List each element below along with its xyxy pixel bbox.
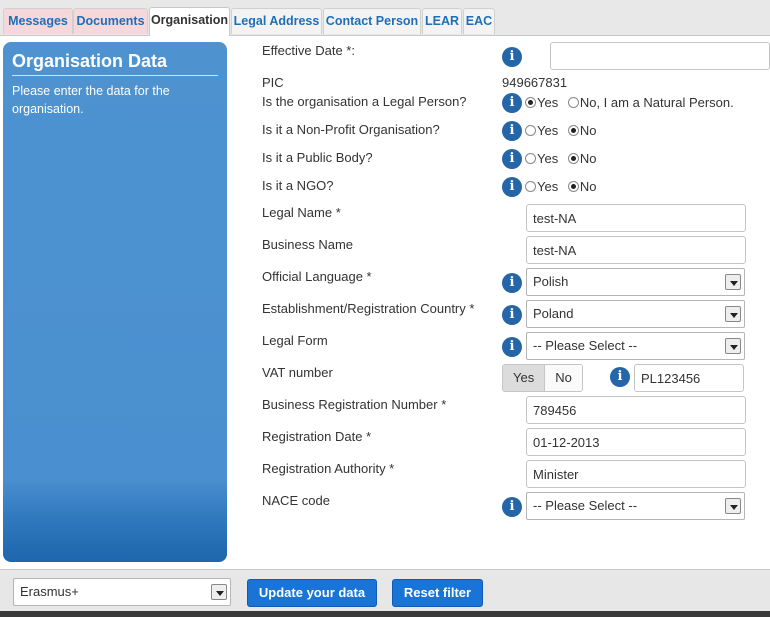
registration-date-input[interactable] <box>526 428 746 456</box>
legal-person-no-label: No, I am a Natural Person. <box>579 95 734 110</box>
reset-filter-button[interactable]: Reset filter <box>392 579 483 607</box>
business-name-label: Business Name <box>262 237 354 252</box>
public-body-radio-group: Yes No <box>525 151 602 166</box>
official-language-value: Polish <box>533 274 569 289</box>
vat-number-input[interactable] <box>634 364 744 392</box>
nace-code-value: -- Please Select -- <box>533 498 638 513</box>
non-profit-yes-radio[interactable] <box>525 125 536 136</box>
legal-person-radio-group: Yes No, I am a Natural Person. <box>525 95 740 110</box>
ngo-yes-radio[interactable] <box>525 181 536 192</box>
country-value: Poland <box>533 306 574 321</box>
ngo-no-radio[interactable] <box>567 181 579 192</box>
registration-authority-label: Registration Authority * <box>262 461 395 476</box>
programme-select[interactable]: Erasmus+ <box>13 578 231 606</box>
ngo-label: Is it a NGO? <box>262 178 334 193</box>
non-profit-radio-group: Yes No <box>525 123 602 138</box>
chevron-down-icon <box>211 584 227 600</box>
info-icon[interactable]: i <box>502 177 522 197</box>
chevron-down-icon <box>725 274 741 290</box>
legal-person-yes-label: Yes <box>537 95 559 110</box>
ngo-yes-label: Yes <box>537 179 559 194</box>
tab-contact-person[interactable]: Contact Person <box>323 8 421 34</box>
legal-person-no-radio[interactable] <box>567 97 579 108</box>
sidebar-panel: Organisation Data Please enter the data … <box>3 42 227 562</box>
registration-authority-input[interactable] <box>526 460 746 488</box>
chevron-down-icon <box>725 306 741 322</box>
pic-label: PIC <box>262 75 284 90</box>
public-body-yes-label: Yes <box>537 151 559 166</box>
business-reg-number-label: Business Registration Number * <box>262 397 447 412</box>
info-icon[interactable]: i <box>502 305 522 325</box>
tab-organisation[interactable]: Organisation <box>149 7 230 36</box>
info-icon[interactable]: i <box>502 47 522 67</box>
pic-value: 949667831 <box>502 75 568 90</box>
legal-form-value: -- Please Select -- <box>533 338 638 353</box>
legal-name-input[interactable] <box>526 204 746 232</box>
info-icon[interactable]: i <box>502 337 522 357</box>
country-label: Establishment/Registration Country * <box>262 301 475 316</box>
legal-person-yes-radio[interactable] <box>525 97 536 108</box>
update-data-button[interactable]: Update your data <box>247 579 377 607</box>
non-profit-label: Is it a Non-Profit Organisation? <box>262 122 440 137</box>
info-icon[interactable]: i <box>502 121 522 141</box>
vat-no-button[interactable]: No <box>544 365 582 391</box>
info-icon[interactable]: i <box>502 149 522 169</box>
legal-form-select[interactable]: -- Please Select -- <box>526 332 745 360</box>
legal-form-label: Legal Form <box>262 333 328 348</box>
nace-code-select[interactable]: -- Please Select -- <box>526 492 745 520</box>
registration-date-label: Registration Date * <box>262 429 372 444</box>
programme-value: Erasmus+ <box>20 584 79 599</box>
tab-messages[interactable]: Messages <box>3 8 73 34</box>
chevron-down-icon <box>725 338 741 354</box>
public-body-no-radio[interactable] <box>567 153 579 164</box>
chevron-down-icon <box>725 498 741 514</box>
non-profit-no-radio[interactable] <box>567 125 579 136</box>
info-icon[interactable]: i <box>502 273 522 293</box>
business-reg-number-input[interactable] <box>526 396 746 424</box>
footer-strip <box>0 611 770 617</box>
vat-toggle: Yes No <box>502 364 583 392</box>
ngo-no-label: No <box>579 179 597 194</box>
vat-label: VAT number <box>262 365 333 380</box>
public-body-yes-radio[interactable] <box>525 153 536 164</box>
tab-bar: Messages Documents Organisation Legal Ad… <box>0 0 770 36</box>
tab-documents[interactable]: Documents <box>73 8 148 34</box>
effective-date-input[interactable] <box>550 42 770 70</box>
info-icon[interactable]: i <box>502 497 522 517</box>
official-language-label: Official Language * <box>262 269 372 284</box>
tab-lear[interactable]: LEAR <box>422 8 462 34</box>
tab-legal-address[interactable]: Legal Address <box>231 8 322 34</box>
non-profit-yes-label: Yes <box>537 123 559 138</box>
public-body-no-label: No <box>579 151 597 166</box>
vat-yes-button[interactable]: Yes <box>503 365 545 391</box>
legal-person-label: Is the organisation a Legal Person? <box>262 94 467 109</box>
nace-code-label: NACE code <box>262 493 330 508</box>
sidebar-title: Organisation Data <box>12 51 218 76</box>
official-language-select[interactable]: Polish <box>526 268 745 296</box>
sidebar-description: Please enter the data for the organisati… <box>12 84 170 116</box>
legal-name-label: Legal Name * <box>262 205 341 220</box>
ngo-radio-group: Yes No <box>525 179 602 194</box>
effective-date-label: Effective Date *: <box>262 43 355 58</box>
business-name-input[interactable] <box>526 236 746 264</box>
country-select[interactable]: Poland <box>526 300 745 328</box>
non-profit-no-label: No <box>579 123 597 138</box>
info-icon[interactable]: i <box>502 93 522 113</box>
info-icon[interactable]: i <box>610 367 630 387</box>
public-body-label: Is it a Public Body? <box>262 150 373 165</box>
tab-eac[interactable]: EAC <box>463 8 495 34</box>
